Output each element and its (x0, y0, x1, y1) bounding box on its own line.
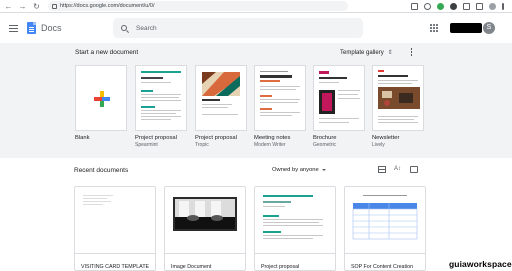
doc-title: Project proposal (261, 264, 300, 270)
template-brochure[interactable]: Brochure Geometric (313, 65, 365, 148)
docs-logo-icon[interactable] (27, 22, 36, 34)
sort-options-icon[interactable]: A↕ (394, 166, 402, 173)
forward-icon[interactable]: → (17, 1, 28, 12)
template-thumbnail[interactable] (195, 65, 247, 131)
template-thumbnail[interactable] (313, 65, 365, 131)
newsletter-photo (378, 87, 420, 109)
owner-filter-dropdown[interactable]: Owned by anyone (272, 167, 326, 173)
template-section: Start a new document Template gallery ⇕ … (0, 43, 512, 158)
template-name: Meeting notes (254, 135, 291, 141)
doc-preview (165, 187, 245, 254)
template-thumbnail[interactable] (372, 65, 424, 131)
doc-title: SOP For Content Creation (351, 264, 414, 270)
template-name: Blank (75, 135, 90, 141)
search-icon (121, 25, 127, 31)
app-name[interactable]: Docs (41, 23, 62, 33)
owner-filter-label: Owned by anyone (272, 167, 319, 173)
watermark-text: guiaworkspace (449, 259, 512, 269)
dropdown-arrow-icon (321, 169, 326, 171)
recent-doc-card[interactable]: VISITING CARD TEMPLATE (74, 186, 156, 271)
office-photo (173, 197, 237, 231)
template-style: Geometric (313, 142, 337, 148)
tropic-graphic (202, 72, 240, 115)
profile-icon[interactable] (489, 2, 496, 10)
template-newsletter[interactable]: Newsletter Lively (372, 65, 424, 148)
back-icon[interactable]: ← (3, 1, 14, 12)
doc-title: Image Document (171, 264, 212, 270)
search-input[interactable]: Search (113, 18, 363, 38)
star-icon[interactable] (424, 2, 431, 10)
template-style: Spearmint (135, 142, 158, 148)
recent-doc-card[interactable]: Project proposal (254, 186, 336, 271)
template-gallery-label: Template gallery (340, 49, 384, 56)
template-style: Tropic (195, 142, 209, 148)
extension-green-icon[interactable] (437, 2, 444, 10)
app-header: Docs Search S (0, 13, 512, 43)
template-thumbnail[interactable] (135, 65, 187, 131)
template-project-proposal-spearmint[interactable]: Project proposal Spearmint (135, 65, 187, 148)
address-bar[interactable]: https://docs.google.com/document/u/0/ (48, 1, 348, 11)
template-style: Lively (372, 142, 385, 148)
lock-icon (52, 3, 57, 9)
plus-icon (94, 91, 110, 107)
template-name: Brochure (313, 135, 337, 141)
template-name: Newsletter (372, 135, 400, 141)
sop-table (352, 203, 418, 240)
doc-preview (255, 187, 335, 254)
doc-preview (75, 187, 155, 254)
template-thumbnail[interactable] (254, 65, 306, 131)
folder-picker-icon[interactable] (410, 166, 418, 173)
browser-menu-icon[interactable] (502, 2, 504, 10)
avatar[interactable]: S (483, 22, 495, 34)
recent-documents-title: Recent documents (74, 167, 129, 174)
extensions-icon[interactable] (463, 2, 470, 10)
start-new-document-title: Start a new document (75, 49, 139, 56)
template-thumbnail[interactable] (75, 65, 127, 131)
doc-title: VISITING CARD TEMPLATE (81, 264, 150, 270)
template-gallery-button[interactable]: Template gallery ⇕ (340, 49, 393, 57)
google-apps-icon[interactable] (430, 24, 438, 32)
template-style: Modern Writer (254, 142, 286, 148)
template-name: Project proposal (195, 135, 237, 141)
search-placeholder: Search (136, 24, 157, 32)
template-name: Project proposal (135, 135, 177, 141)
more-options-icon[interactable] (410, 48, 413, 56)
tab-search-icon[interactable] (476, 2, 483, 10)
extension-dark-icon[interactable] (450, 2, 457, 10)
recent-doc-card[interactable]: Image Document (164, 186, 246, 271)
list-view-icon[interactable] (378, 166, 386, 173)
recent-doc-card[interactable]: SOP For Content Creation (344, 186, 426, 271)
main-menu-icon[interactable] (9, 24, 18, 32)
redacted-account-name (450, 23, 482, 33)
browser-toolbar: ← → ↻ https://docs.google.com/document/u… (0, 0, 512, 13)
doc-preview (345, 187, 425, 254)
template-project-proposal-tropic[interactable]: Project proposal Tropic (195, 65, 247, 148)
brochure-graphic (319, 90, 360, 123)
unfold-icon: ⇕ (387, 50, 393, 56)
recent-documents-section: Recent documents Owned by anyone A↕ VISI… (0, 158, 512, 271)
template-meeting-notes[interactable]: Meeting notes Modern Writer (254, 65, 306, 148)
url-text: https://docs.google.com/document/u/0/ (60, 3, 155, 9)
reload-icon[interactable]: ↻ (31, 1, 42, 12)
share-icon[interactable] (411, 2, 418, 10)
template-blank[interactable]: Blank (75, 65, 127, 141)
